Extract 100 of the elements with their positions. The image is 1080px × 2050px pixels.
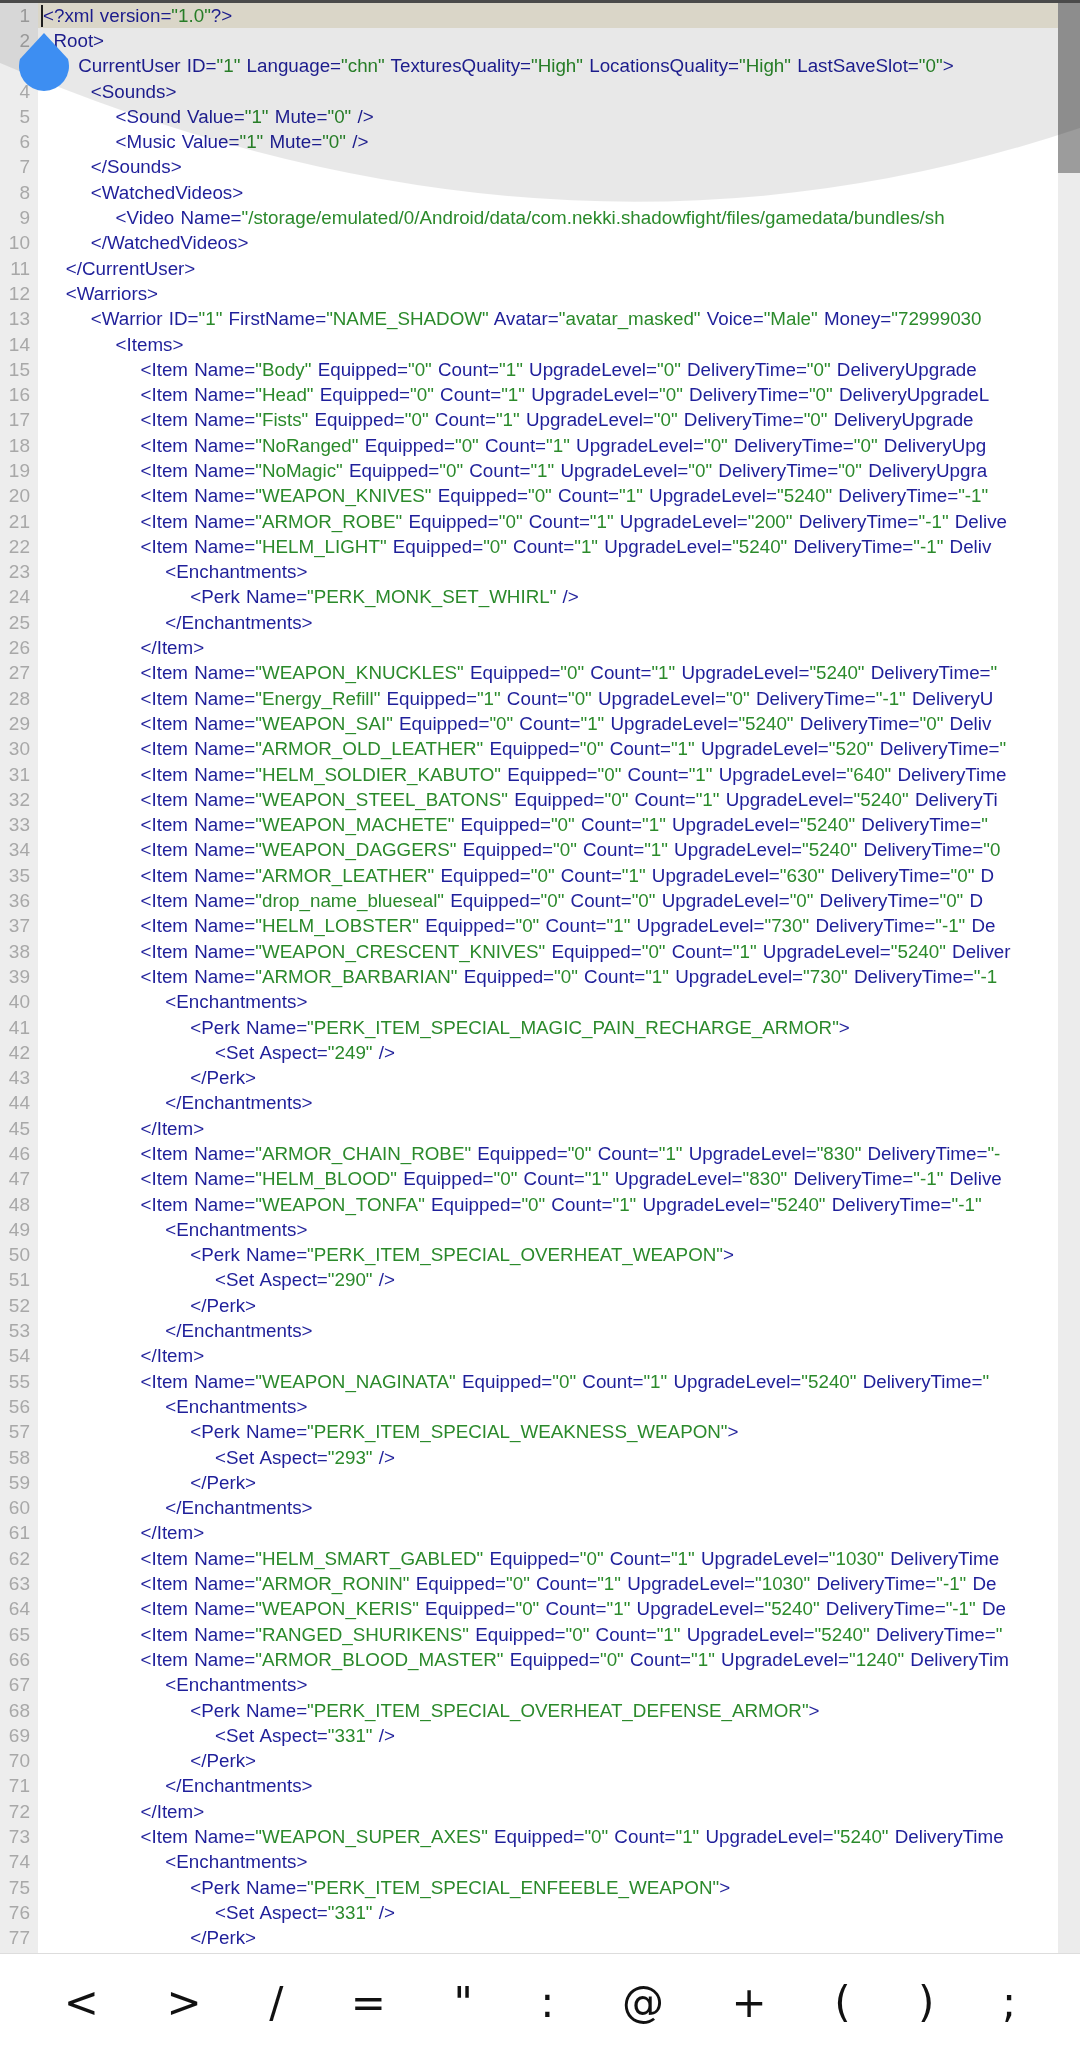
symbol-key[interactable]: )	[908, 1974, 945, 2031]
code-line: <Item Name="WEAPON_DAGGERS" Equipped="0" Count="1" UpgradeLevel="5240" DeliveryTime="0	[139, 839, 1001, 862]
code-line: <Enchantments>	[164, 561, 308, 584]
symbol-key[interactable]: "	[443, 1974, 483, 2031]
line-number: 56	[7, 1395, 30, 1418]
line-number: 6	[18, 131, 30, 154]
code-line: Root>	[52, 29, 105, 52]
symbol-key[interactable]: @	[612, 1974, 674, 2031]
line-number: 43	[7, 1067, 30, 1090]
line-number: 76	[7, 1901, 30, 1924]
code-line: <Set Aspect="249" />	[214, 1041, 395, 1064]
scrollbar-thumb[interactable]	[1058, 3, 1080, 173]
symbol-key[interactable]: (	[824, 1974, 861, 2031]
code-line: </Item>	[139, 1522, 205, 1545]
line-number: 40	[7, 991, 30, 1014]
line-number: 13	[7, 308, 30, 331]
line-number: 67	[7, 1674, 30, 1697]
line-number: 68	[7, 1699, 30, 1722]
code-line: <Perk Name="PERK_ITEM_SPECIAL_ENFEEBLE_WEAPON">	[189, 1876, 731, 1899]
line-number: 73	[7, 1826, 30, 1848]
line-number: 17	[7, 409, 30, 432]
line-number: 18	[7, 434, 30, 457]
code-line: <Enchantments>	[164, 1218, 308, 1241]
line-number: 30	[7, 738, 30, 761]
line-number: 44	[7, 1092, 30, 1115]
code-line: <Item Name="WEAPON_CRESCENT_KNIVES" Equipped="0" Count="1" UpgradeLevel="5240" Deliver	[139, 940, 1011, 963]
code-line: <Item Name="ARMOR_BLOOD_MASTER" Equipped="0" Count="1" UpgradeLevel="1240" DeliveryTim	[139, 1648, 1009, 1671]
line-number: 62	[7, 1547, 30, 1570]
code-line: </Item>	[139, 1117, 205, 1140]
line-number: 9	[18, 207, 30, 229]
line-number: 10	[7, 232, 30, 255]
line-number: 23	[7, 561, 30, 584]
code-line: <Enchantments>	[164, 1851, 308, 1874]
line-number: 46	[7, 1143, 30, 1165]
code-line: <Item Name="ARMOR_CHAIN_ROBE" Equipped="0" Count="1" UpgradeLevel="830" DeliveryTime="-	[139, 1143, 1001, 1165]
code-line: <Set Aspect="331" />	[214, 1901, 395, 1924]
symbol-key[interactable]: =	[340, 1974, 396, 2031]
code-line: <Sound Value="1" Mute="0" />	[114, 105, 374, 128]
line-number: 57	[7, 1421, 30, 1444]
code-line: <Video Name="/storage/emulated/0/Android/data/com.nekki.shadowfight/files/gamedata/bundles/sh	[114, 207, 945, 229]
code-line: </Item>	[139, 637, 205, 660]
symbol-key[interactable]: <	[53, 1974, 109, 2031]
line-number: 28	[7, 687, 30, 710]
code-line: <Item Name="WEAPON_SAI" Equipped="0" Count="1" UpgradeLevel="5240" DeliveryTime="0" Deliv	[139, 712, 992, 735]
line-number: 53	[7, 1320, 30, 1343]
line-number: 70	[7, 1750, 30, 1773]
line-number: 33	[7, 814, 30, 837]
code-line: </Enchantments>	[164, 1775, 313, 1798]
line-number: 32	[7, 788, 30, 811]
symbol-key[interactable]: :	[530, 1974, 565, 2031]
line-number: 72	[7, 1800, 30, 1823]
line-number: 59	[7, 1471, 30, 1494]
code-line: </Perk>	[189, 1067, 256, 1090]
code-line: </Sounds>	[89, 156, 182, 179]
line-number: 21	[7, 510, 30, 533]
symbol-key[interactable]: +	[721, 1974, 777, 2031]
code-line: <Item Name="NoMagic" Equipped="0" Count="1" UpgradeLevel="0" DeliveryTime="0" DeliveryUpgra	[139, 460, 988, 482]
line-number: 19	[7, 460, 30, 482]
symbol-key[interactable]: ;	[992, 1974, 1027, 2031]
code-line: <Item Name="ARMOR_OLD_LEATHER" Equipped="0" Count="1" UpgradeLevel="520" DeliveryTime="	[139, 738, 1007, 761]
symbol-key[interactable]: /	[259, 1974, 294, 2031]
code-line: </Perk>	[189, 1294, 256, 1317]
line-number: 25	[7, 611, 30, 634]
code-line: <Item Name="HELM_SOLDIER_KABUTO" Equipped="0" Count="1" UpgradeLevel="640" DeliveryTime	[139, 763, 1007, 786]
line-number: 16	[7, 384, 30, 407]
line-number: 45	[7, 1117, 30, 1140]
line-number: 24	[7, 586, 30, 609]
code-line: <Sounds>	[89, 80, 177, 103]
code-line: </Perk>	[189, 1927, 256, 1950]
line-number: 35	[7, 864, 30, 887]
code-line: <?xml version="1.0"?>	[43, 4, 233, 27]
line-number: 55	[7, 1370, 30, 1393]
line-number: 7	[18, 156, 30, 179]
line-number: 41	[7, 1016, 30, 1039]
line-number: 15	[7, 358, 30, 381]
code-line: <Enchantments>	[164, 1395, 308, 1418]
line-number: 64	[7, 1598, 30, 1621]
line-number: 31	[7, 763, 30, 786]
line-number: 63	[7, 1573, 30, 1596]
line-number: 8	[18, 181, 30, 204]
code-line: </Enchantments>	[164, 1497, 313, 1520]
code-line: </Enchantments>	[164, 1092, 313, 1115]
code-line: CurrentUser ID="1" Language="chn" TexturesQuality="High" LocationsQuality="High" LastSaveSlot="0">	[77, 55, 954, 78]
code-line: <Perk Name="PERK_ITEM_SPECIAL_OVERHEAT_WEAPON">	[189, 1244, 734, 1267]
line-number: 69	[7, 1724, 30, 1747]
line-number: 74	[7, 1851, 30, 1874]
line-number: 11	[9, 257, 30, 280]
symbol-key[interactable]: >	[156, 1974, 212, 2031]
code-line: </WatchedVideos>	[89, 232, 249, 255]
line-number: 12	[7, 282, 30, 305]
line-number: 77	[7, 1927, 30, 1950]
code-line: </Enchantments>	[164, 1320, 313, 1343]
line-number: 49	[7, 1218, 30, 1241]
code-line: <Item Name="WEAPON_KNIVES" Equipped="0" Count="1" UpgradeLevel="5240" DeliveryTime="-1"	[139, 485, 989, 508]
line-number: 65	[7, 1623, 30, 1646]
line-number: 61	[7, 1522, 30, 1545]
code-line: <Set Aspect="331" />	[214, 1724, 395, 1747]
code-line: <Enchantments>	[164, 991, 308, 1014]
line-number: 39	[7, 965, 30, 988]
code-line: <Item Name="NoRanged" Equipped="0" Count="1" UpgradeLevel="0" DeliveryTime="0" DeliveryUpg	[139, 434, 987, 457]
